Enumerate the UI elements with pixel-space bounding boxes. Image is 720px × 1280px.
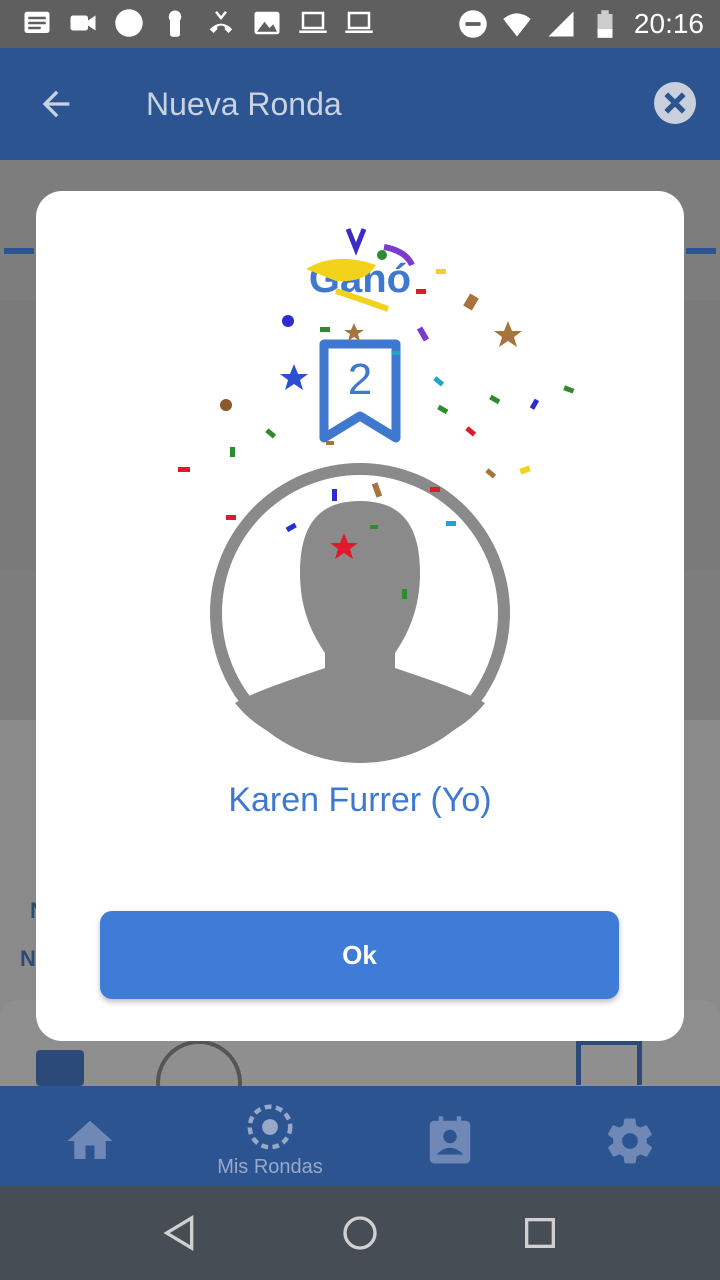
circle-icon <box>115 9 143 37</box>
background-letter: N <box>20 946 36 971</box>
laptop-icon <box>345 11 373 33</box>
ok-button[interactable]: Ok <box>100 911 619 999</box>
tab-indicator <box>4 248 34 254</box>
back-triangle-icon[interactable] <box>160 1213 200 1253</box>
message-icon <box>24 11 50 33</box>
app-bar: Nueva Ronda <box>0 48 720 160</box>
close-icon <box>664 92 686 114</box>
status-time: 20:16 <box>633 8 704 39</box>
system-nav-bar <box>0 1186 720 1280</box>
winner-dialog: Ganó 2 Karen Furrer (Yo) Ok <box>36 191 684 1041</box>
do-not-disturb-icon <box>459 10 487 38</box>
winner-name: Karen Furrer (Yo) <box>228 781 492 819</box>
battery-icon <box>597 10 613 38</box>
call-icon <box>209 10 233 33</box>
page-title: Nueva Ronda <box>146 86 342 122</box>
status-icons-right: 20:16 <box>458 8 704 40</box>
signal-icon <box>548 11 574 37</box>
nav-label: Mis Rondas <box>217 1156 323 1178</box>
winner-title: Ganó <box>308 257 412 301</box>
settings-icon <box>607 1118 652 1164</box>
nav-item-contacts[interactable] <box>390 1086 510 1186</box>
rank-number: 2 <box>347 355 373 404</box>
nav-item-settings[interactable] <box>570 1086 690 1186</box>
contact-calendar-icon <box>429 1116 471 1164</box>
background-calendar-icon <box>576 1040 642 1085</box>
keyhole-icon <box>168 10 182 37</box>
nav-item-home[interactable] <box>30 1086 150 1186</box>
status-icons-left <box>22 8 374 38</box>
video-icon <box>70 15 96 31</box>
bottom-nav: Mis Rondas <box>0 1086 720 1186</box>
home-circle-icon[interactable] <box>340 1213 380 1253</box>
status-bar: 20:16 <box>0 0 720 48</box>
rondas-icon <box>247 1104 293 1150</box>
wifi-icon <box>503 13 531 37</box>
image-icon <box>254 11 280 35</box>
nav-item-mis-rondas[interactable]: Mis Rondas <box>210 1086 330 1186</box>
background-rank-badge <box>36 1050 84 1086</box>
home-icon <box>67 1120 113 1159</box>
arrow-back-icon[interactable] <box>36 84 76 124</box>
tab-indicator <box>686 248 716 254</box>
recents-square-icon[interactable] <box>520 1213 560 1253</box>
laptop-icon <box>299 11 327 33</box>
avatar-placeholder-icon <box>210 463 510 763</box>
close-button[interactable] <box>654 82 696 124</box>
